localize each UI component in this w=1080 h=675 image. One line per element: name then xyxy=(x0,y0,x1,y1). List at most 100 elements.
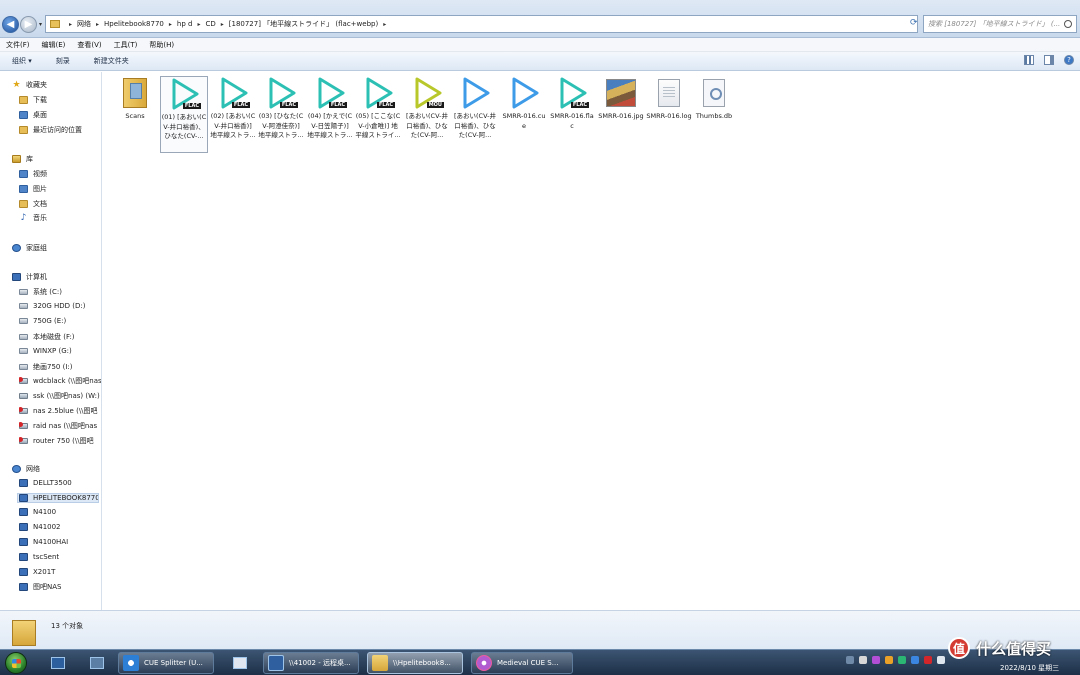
sidebar-item-net-pc[interactable]: N4100HAI xyxy=(19,538,101,546)
tray-icon[interactable] xyxy=(937,656,945,664)
sidebar-item-net-pc[interactable]: N4100 xyxy=(19,508,101,516)
sidebar-item-net-nasblue[interactable]: nas 2.5blue (\\图吧 xyxy=(19,406,101,416)
sidebar-item-drive-f[interactable]: 本地磁盘 (F:) xyxy=(19,332,101,342)
menu-view[interactable]: 查看(V) xyxy=(77,40,101,50)
sidebar-item-downloads[interactable]: 下载 xyxy=(19,95,101,105)
new-folder-button[interactable]: 新建文件夹 xyxy=(94,56,129,66)
sidebar-item-drive-e[interactable]: 750G (E:) xyxy=(19,317,101,325)
file-item-cue[interactable]: SMRR-016.cue xyxy=(500,76,548,131)
tray-icon[interactable] xyxy=(885,656,893,664)
file-name: (04) [かえで(CV-日笠陽子)] 地平線ストラ... xyxy=(307,112,353,139)
computer-icon xyxy=(12,273,21,281)
sidebar-item-drive-i[interactable]: 绝画750 (I:) xyxy=(19,362,101,372)
sidebar-item-net-pc[interactable]: N41002 xyxy=(19,523,101,531)
breadcrumb-chevron-icon[interactable]: ▸ xyxy=(69,21,72,28)
file-item-flac[interactable]: FLAC (04) [かえで(CV-日笠陽子)] 地平線ストラ... xyxy=(306,76,354,141)
item-count: 13 个对象 xyxy=(51,622,84,630)
sidebar-item-pictures[interactable]: 图片 xyxy=(19,184,101,194)
libraries-group[interactable]: 库 xyxy=(12,154,33,164)
taskbar-cue-splitter[interactable]: CUE Splitter (U... xyxy=(118,652,214,674)
refresh-icon[interactable]: ⟳ xyxy=(910,18,918,28)
sidebar-item-net-raid[interactable]: raid nas (\\图吧nas xyxy=(19,421,101,431)
menu-help[interactable]: 帮助(H) xyxy=(149,40,174,50)
sidebar-item-net-ssk[interactable]: ssk (\\图吧nas) (W:) xyxy=(19,391,101,401)
organize-button[interactable]: 组织 ▾ xyxy=(12,56,32,66)
file-item-audio[interactable]: [あおい(CV-井口裕香)、ひなた(CV-阿... xyxy=(451,76,499,141)
network-group[interactable]: 网络 xyxy=(12,464,40,474)
tray-icon[interactable] xyxy=(846,656,854,664)
menu-file[interactable]: 文件(F) xyxy=(6,40,30,50)
help-icon[interactable]: ? xyxy=(1064,55,1074,65)
clock[interactable]: 2022/8/10 星期三 xyxy=(1000,663,1059,673)
sidebar-item-drive-c[interactable]: 系统 (C:) xyxy=(19,287,101,297)
desktop-icon xyxy=(19,111,28,119)
ie-icon xyxy=(123,655,139,671)
sidebar-item-net-wdcblack[interactable]: wdcblack (\\图吧nas) ( xyxy=(19,376,101,386)
folder-icon xyxy=(372,655,388,671)
breadcrumb-item[interactable]: CD ▸ xyxy=(205,20,228,28)
menu-tools[interactable]: 工具(T) xyxy=(114,40,138,50)
favorites-group[interactable]: ★ 收藏夹 xyxy=(12,80,47,90)
tray-icon[interactable] xyxy=(898,656,906,664)
file-item-folder[interactable]: Scans xyxy=(111,76,159,122)
menu-edit[interactable]: 编辑(E) xyxy=(42,40,66,50)
breadcrumb-item[interactable]: Hpelitebook8770 ▸ xyxy=(104,20,177,28)
sidebar-item-net-pc[interactable]: 图吧NAS xyxy=(19,582,101,592)
recent-pages-dropdown[interactable]: ▾ xyxy=(39,21,42,28)
file-item-log[interactable]: SMRR-016.log xyxy=(645,76,693,122)
video-icon xyxy=(19,170,28,178)
play-icon xyxy=(463,77,490,109)
tray-icon[interactable] xyxy=(872,656,880,664)
homegroup-group[interactable]: 家庭组 xyxy=(12,243,47,253)
file-item-flac[interactable]: FLAC (01) [あおい(CV-井口裕香)、ひなた(CV-... xyxy=(160,76,208,153)
sidebar-item-videos[interactable]: 视频 xyxy=(19,169,101,179)
change-view-icon[interactable] xyxy=(1024,55,1034,65)
cd-icon xyxy=(476,655,492,671)
address-box[interactable]: ▸ 网络 ▸ Hpelitebook8770 ▸ hp d ▸ CD ▸ [180727… xyxy=(45,15,918,33)
taskbar-explorer[interactable]: \\Hpelitebook8... xyxy=(367,652,463,674)
file-item-flac[interactable]: FLAC SMRR-016.flac xyxy=(548,76,596,131)
preview-pane-icon[interactable] xyxy=(1044,55,1054,65)
network-icon xyxy=(12,465,21,473)
computer-group[interactable]: 计算机 xyxy=(12,272,47,282)
computer-icon xyxy=(19,494,28,502)
network-pin-icon[interactable] xyxy=(225,653,255,673)
file-item-flac[interactable]: FLAC (05) [ここな(CV-小倉唯)] 地平線ストライ... xyxy=(354,76,402,141)
sidebar-item-recent[interactable]: 最近访问的位置 xyxy=(19,125,101,135)
file-name: Scans xyxy=(125,112,145,120)
sidebar-item-net-pc[interactable]: X201T xyxy=(19,568,101,576)
tray-icon[interactable] xyxy=(859,656,867,664)
tray-icon[interactable] xyxy=(911,656,919,664)
back-button[interactable]: ◀ xyxy=(2,16,19,33)
breadcrumb-item[interactable]: hp d ▸ xyxy=(177,20,206,28)
sidebar-item-net-pc[interactable]: tscSent xyxy=(19,553,101,561)
file-name: Thumbs.db xyxy=(695,112,733,120)
start-button[interactable] xyxy=(5,652,27,674)
sidebar-item-documents[interactable]: 文档 xyxy=(19,199,101,209)
sidebar-item-desktop[interactable]: 桌面 xyxy=(19,110,101,120)
breadcrumb-item[interactable]: [180727] 「地平線ストライド」 (flac+webp) ▸ xyxy=(229,19,391,29)
explorer-pin-icon[interactable] xyxy=(82,653,112,673)
file-item-jpg[interactable]: SMRR-016.jpg xyxy=(597,76,645,122)
sidebar-item-net-pc[interactable]: HPELITEBOOK8770 xyxy=(17,493,99,503)
taskbar-medieval-cue[interactable]: Medieval CUE S... xyxy=(471,652,573,674)
search-icon[interactable] xyxy=(1064,20,1072,28)
file-item-flac[interactable]: FLAC (03) [ひなた(CV-阿澄佳奈)] 地平線ストラ... xyxy=(257,76,305,141)
sidebar-item-drive-g[interactable]: WINXP (G:) xyxy=(19,347,101,355)
text-document-icon xyxy=(658,79,680,107)
show-desktop-icon[interactable] xyxy=(43,653,73,673)
burn-button[interactable]: 刻录 xyxy=(56,56,70,66)
breadcrumb-item[interactable]: 网络 ▸ xyxy=(77,19,104,29)
file-item-flac[interactable]: FLAC (02) [あおい(CV-井口裕香)] 地平線ストラ... xyxy=(209,76,257,141)
sidebar-item-drive-d[interactable]: 320G HDD (D:) xyxy=(19,302,101,310)
file-item-thumbs[interactable]: Thumbs.db xyxy=(690,76,738,122)
sidebar-item-music[interactable]: ♪ 音乐 xyxy=(19,213,101,223)
search-input[interactable]: 搜索 [180727] 「地平線ストライド」 (... xyxy=(923,15,1077,33)
file-item-wav[interactable]: MOU [あおい(CV-井口裕香)、ひなた(CV-阿... xyxy=(403,76,451,141)
sidebar-item-net-router[interactable]: router 750 (\\图吧 xyxy=(19,436,101,446)
sidebar-item-net-pc[interactable]: DELLT3500 xyxy=(19,479,101,487)
details-pane: 13 个对象 xyxy=(0,610,1080,649)
tray-icon[interactable] xyxy=(924,656,932,664)
forward-button[interactable]: ▶ xyxy=(20,16,37,33)
taskbar-remote-desktop[interactable]: \\41002 - 远程桌... xyxy=(263,652,359,674)
